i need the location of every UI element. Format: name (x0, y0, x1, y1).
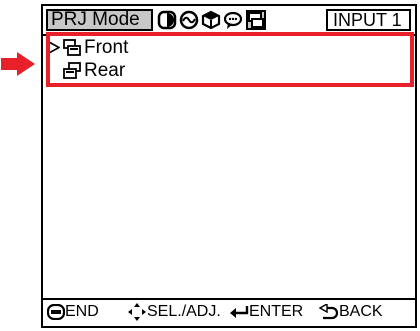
tab-prj-mode-label: PRJ Mode (51, 9, 140, 30)
options-tab-icon[interactable] (201, 10, 221, 30)
prj-mode-tab-icon[interactable] (246, 10, 266, 30)
footer-help-bar: END SEL./ADJ. ENTER BACK (43, 298, 415, 326)
menu-button-icon (47, 304, 65, 320)
footer-sel-adj: SEL./ADJ. (127, 300, 221, 324)
back-arrow-icon (319, 304, 339, 320)
fine-sync-tab-icon[interactable] (179, 10, 199, 30)
picture-tab-icon[interactable] (157, 10, 177, 30)
highlight-box (46, 32, 414, 87)
input-source-label: INPUT 1 (326, 9, 411, 31)
footer-back: BACK (319, 300, 383, 324)
tab-prj-mode[interactable]: PRJ Mode (46, 9, 153, 31)
four-way-arrows-icon (128, 303, 146, 321)
enter-arrow-icon (230, 306, 249, 318)
footer-end: END (47, 300, 99, 324)
footer-enter: ENTER (229, 300, 303, 324)
pointer-arrow-icon (1, 52, 35, 76)
language-tab-icon[interactable] (223, 10, 243, 30)
